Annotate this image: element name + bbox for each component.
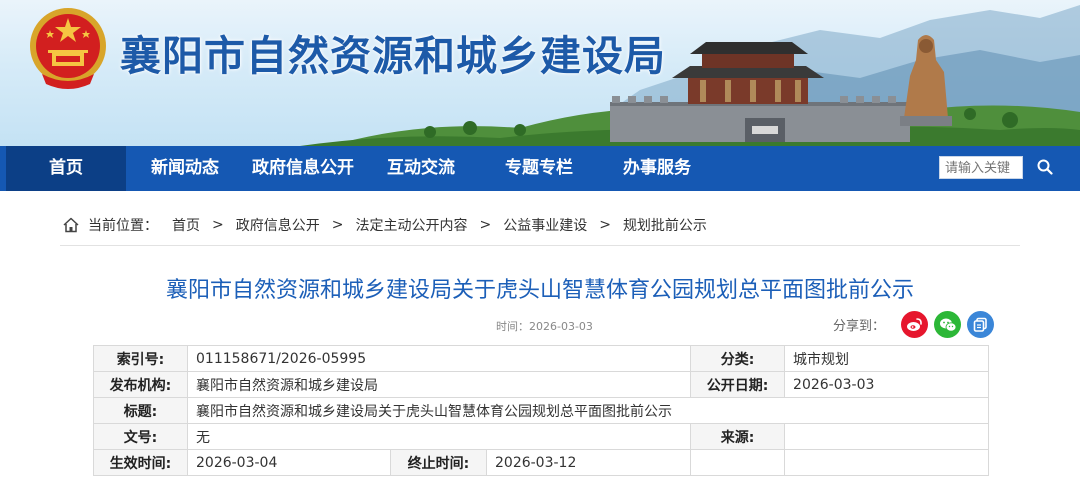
breadcrumb-label: 当前位置： bbox=[88, 218, 158, 234]
breadcrumb-statutory-content[interactable]: 法定主动公开内容 bbox=[355, 215, 467, 235]
document-info-table: 索引号: 011158671/2026-05995 分类: 城市规划 发布机构:… bbox=[93, 345, 990, 476]
breadcrumb-divider bbox=[60, 245, 1020, 246]
publisher-value: 襄阳市自然资源和城乡建设局 bbox=[186, 371, 692, 398]
category-label: 分类: bbox=[690, 345, 786, 372]
publish-time: 时间：2026-03-03 bbox=[496, 320, 593, 333]
effective-date-value: 2026-03-04 bbox=[187, 449, 391, 476]
search-input[interactable] bbox=[939, 156, 1023, 179]
breadcrumb: 当前位置： 首页 > 政府信息公开 > 法定主动公开内容 > 公益事业建设 > … bbox=[62, 215, 707, 235]
index-number-label: 索引号: bbox=[93, 345, 188, 372]
breadcrumb-separator: > bbox=[331, 217, 344, 233]
publish-date-label: 公开日期: bbox=[690, 371, 786, 398]
search-button[interactable] bbox=[1024, 152, 1066, 182]
header-banner: 襄阳市自然资源和城乡建设局 bbox=[0, 0, 1080, 146]
table-row: 标题: 襄阳市自然资源和城乡建设局关于虎头山智慧体育公园规划总平面图批前公示 bbox=[93, 397, 990, 424]
home-icon bbox=[63, 217, 79, 233]
nav-item-news[interactable]: 新闻动态 bbox=[138, 146, 232, 191]
breadcrumb-separator: > bbox=[212, 217, 224, 233]
breadcrumb-gov-info[interactable]: 政府信息公开 bbox=[236, 215, 320, 235]
nav-item-interaction[interactable]: 互动交流 bbox=[376, 146, 466, 191]
nav-item-home[interactable]: 首页 bbox=[6, 146, 126, 191]
national-emblem-icon bbox=[30, 8, 106, 89]
table-row: 文号: 无 来源: bbox=[93, 423, 990, 450]
article-title: 襄阳市自然资源和城乡建设局关于虎头山智慧体育公园规划总平面图批前公示 bbox=[165, 278, 914, 303]
nav-item-services[interactable]: 办事服务 bbox=[612, 146, 702, 191]
search-icon bbox=[1037, 159, 1053, 175]
end-date-value: 2026-03-12 bbox=[485, 449, 692, 476]
source-value bbox=[784, 423, 990, 450]
empty-cell bbox=[784, 449, 990, 476]
share-label: 分享到： bbox=[833, 319, 886, 334]
end-date-label: 终止时间: bbox=[390, 449, 487, 476]
table-row: 索引号: 011158671/2026-05995 分类: 城市规划 bbox=[93, 345, 990, 372]
main-nav: 首页 新闻动态 政府信息公开 互动交流 专题专栏 办事服务 bbox=[0, 146, 1080, 191]
breadcrumb-home[interactable]: 首页 bbox=[172, 215, 200, 235]
source-label: 来源: bbox=[690, 423, 786, 450]
doc-number-label: 文号: bbox=[93, 423, 188, 450]
wechat-icon bbox=[939, 318, 956, 332]
breadcrumb-public-welfare[interactable]: 公益事业建设 bbox=[503, 215, 587, 235]
effective-date-label: 生效时间: bbox=[93, 449, 188, 476]
empty-cell bbox=[690, 449, 786, 476]
nav-item-gov-info[interactable]: 政府信息公开 bbox=[241, 146, 365, 191]
nav-item-topics[interactable]: 专题专栏 bbox=[494, 146, 584, 191]
breadcrumb-planning-notice[interactable]: 规划批前公示 bbox=[623, 215, 707, 235]
title-value: 襄阳市自然资源和城乡建设局关于虎头山智慧体育公园规划总平面图批前公示 bbox=[186, 397, 990, 424]
category-value: 城市规划 bbox=[784, 345, 990, 372]
breadcrumb-separator: > bbox=[599, 217, 611, 233]
publisher-label: 发布机构: bbox=[93, 371, 188, 398]
table-row: 生效时间: 2026-03-04 终止时间: 2026-03-12 bbox=[93, 449, 990, 476]
index-number-value: 011158671/2026-05995 bbox=[186, 345, 692, 372]
site-title: 襄阳市自然资源和城乡建设局 bbox=[120, 32, 666, 80]
breadcrumb-separator: > bbox=[479, 217, 492, 233]
publish-date-value: 2026-03-03 bbox=[784, 371, 990, 398]
share-wechat-button[interactable] bbox=[934, 311, 961, 338]
doc-number-value: 无 bbox=[186, 423, 692, 450]
title-label: 标题: bbox=[93, 397, 188, 424]
copy-icon bbox=[973, 317, 987, 332]
weibo-icon bbox=[907, 318, 922, 331]
share-weibo-button[interactable] bbox=[901, 311, 928, 338]
share-copy-button[interactable] bbox=[967, 311, 994, 338]
table-row: 发布机构: 襄阳市自然资源和城乡建设局 公开日期: 2026-03-03 bbox=[93, 371, 990, 398]
